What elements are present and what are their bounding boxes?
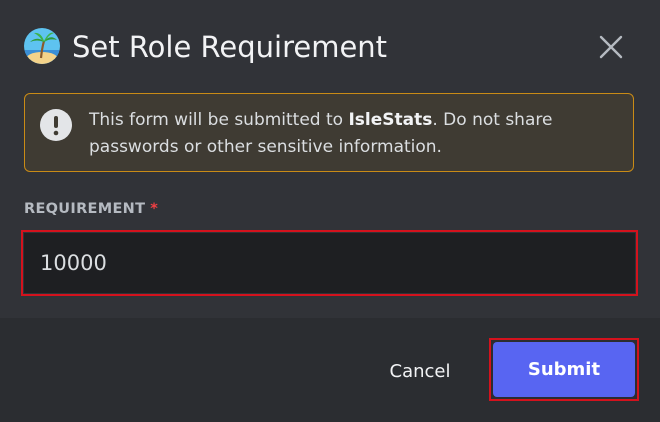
submit-button-highlight: Submit	[489, 338, 639, 401]
required-marker: *	[150, 201, 159, 217]
cancel-button[interactable]: Cancel	[368, 353, 472, 389]
modal-dialog: Set Role Requirement This form will be s…	[0, 0, 660, 422]
app-name: IsleStats	[348, 110, 433, 130]
field-label-text: REQUIREMENT	[24, 201, 146, 217]
warning-notice: This form will be submitted to IsleStats…	[24, 93, 634, 172]
requirement-input[interactable]	[24, 233, 635, 293]
modal-title: Set Role Requirement	[72, 30, 388, 64]
modal-header: Set Role Requirement	[0, 0, 660, 94]
close-button[interactable]	[592, 28, 630, 66]
notice-text: This form will be submitted to IsleStats…	[89, 107, 609, 161]
requirement-input-highlight	[21, 230, 638, 296]
submit-button[interactable]: Submit	[493, 342, 635, 397]
close-icon	[599, 35, 623, 59]
island-avatar-icon	[24, 28, 60, 64]
requirement-label: REQUIREMENT *	[24, 198, 158, 220]
notice-text-before: This form will be submitted to	[89, 110, 349, 130]
exclamation-circle-icon	[40, 109, 72, 141]
modal-footer: Cancel Submit	[0, 318, 660, 422]
